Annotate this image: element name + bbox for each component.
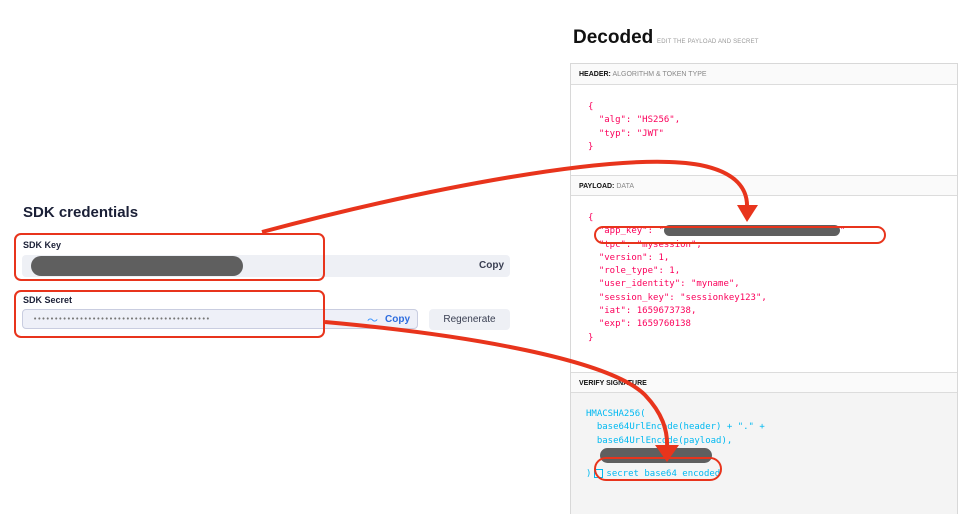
arrowhead-app-key <box>737 205 758 222</box>
arrow-secret-to-signature <box>324 320 670 449</box>
annotation-arrows <box>261 159 758 462</box>
arrow-key-to-app-key <box>261 159 750 234</box>
arrowhead-signature <box>655 445 679 462</box>
